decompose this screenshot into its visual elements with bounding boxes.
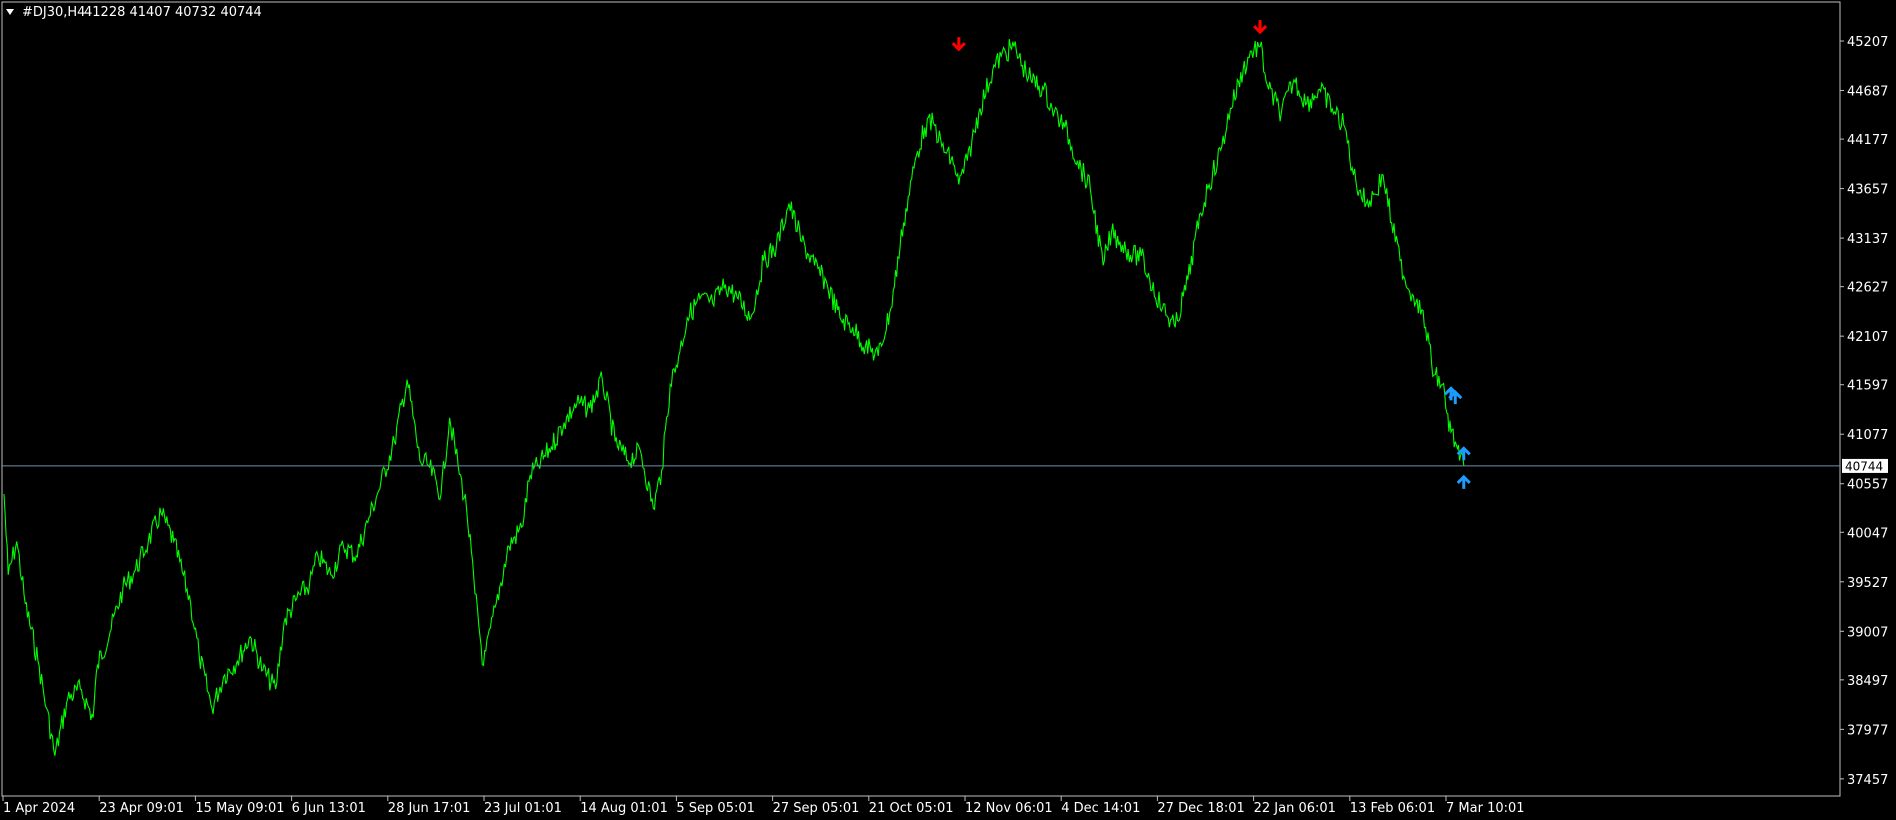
time-tick-label: 13 Feb 06:01 [1350,801,1435,816]
price-tick-label: 44687 [1847,85,1888,100]
price-tick-label: 39007 [1847,625,1888,640]
price-tick-label: 40047 [1847,526,1888,541]
ohlc-values-label: 41228 41407 40732 40744 [84,5,262,20]
time-tick-label: 23 Jul 01:01 [484,801,562,816]
symbol-timeframe-label: #DJ30,H4 [22,5,85,20]
price-tick-label: 43657 [1847,183,1888,198]
current-price-label: 40744 [1845,459,1883,473]
price-tick-label: 42627 [1847,281,1888,296]
time-tick-label: 27 Sep 05:01 [773,801,860,816]
time-tick-label: 27 Dec 18:01 [1157,801,1244,816]
time-tick-label: 1 Apr 2024 [3,801,75,816]
chart-background [0,0,1896,820]
price-tick-label: 40557 [1847,478,1888,493]
time-tick-label: 15 May 09:01 [195,801,284,816]
price-tick-label: 41077 [1847,428,1888,443]
time-tick-label: 7 Mar 10:01 [1446,801,1525,816]
price-tick-label: 39527 [1847,576,1888,591]
time-tick-label: 6 Jun 13:01 [292,801,366,816]
price-tick-label: 41597 [1847,379,1888,394]
price-tick-label: 43137 [1847,232,1888,247]
time-tick-label: 28 Jun 17:01 [388,801,471,816]
price-tick-label: 37977 [1847,723,1888,738]
price-tick-label: 44177 [1847,133,1888,148]
chart-window: #DJ30,H4 41228 41407 40732 40744 45207 44… [0,0,1896,820]
time-tick-label: 23 Apr 09:01 [99,801,184,816]
price-tick-label: 42107 [1847,330,1888,345]
time-tick-label: 5 Sep 05:01 [676,801,755,816]
price-tick-label: 45207 [1847,35,1888,50]
price-tick-label: 37457 [1847,773,1888,788]
time-tick-label: 4 Dec 14:01 [1061,801,1140,816]
chart-header: #DJ30,H4 41228 41407 40732 40744 [6,5,262,20]
time-tick-label: 12 Nov 06:01 [965,801,1053,816]
chart-svg[interactable]: #DJ30,H4 41228 41407 40732 40744 45207 44… [0,0,1896,820]
price-tick-label: 38497 [1847,674,1888,689]
time-tick-label: 21 Oct 05:01 [869,801,954,816]
time-tick-label: 22 Jan 06:01 [1254,801,1336,816]
time-tick-label: 14 Aug 01:01 [580,801,668,816]
